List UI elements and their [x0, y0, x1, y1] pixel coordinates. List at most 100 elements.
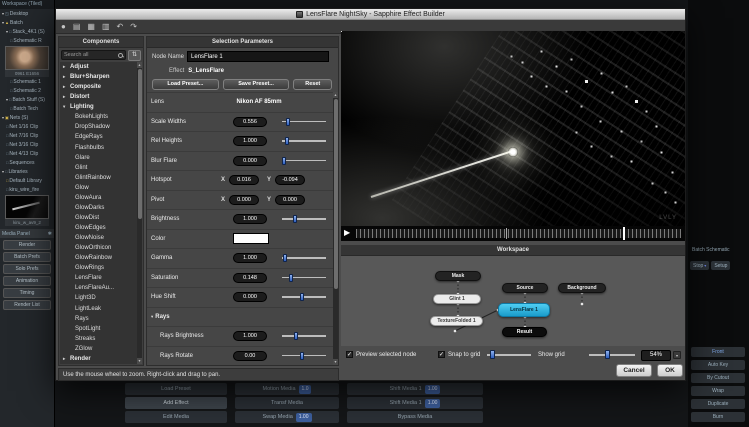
- component-group-render[interactable]: ▸Render: [60, 354, 137, 364]
- slider-handle[interactable]: [289, 274, 293, 282]
- hue-shift-slider[interactable]: [281, 292, 327, 302]
- component-item-lensflareau[interactable]: LensFlareAu...: [60, 283, 137, 293]
- node-mask[interactable]: Mask: [435, 271, 481, 281]
- component-item-streaks[interactable]: Streaks: [60, 334, 137, 344]
- project-item-kiru-wire-fire[interactable]: □kiru_wire_fire: [0, 185, 54, 194]
- component-group-blur-sharpen[interactable]: ▸Blur+Sharpen: [60, 72, 137, 82]
- play-icon[interactable]: ▶: [344, 229, 350, 237]
- chevron-down-icon[interactable]: ▾: [673, 351, 681, 359]
- component-item-spotlight[interactable]: SpotLight: [60, 324, 137, 334]
- saturation-value[interactable]: 0.148: [233, 273, 267, 283]
- component-item-bokehlights[interactable]: BokehLights: [60, 112, 137, 122]
- project-item-net-1-16-clip[interactable]: □Net 1/16 Clip: [0, 122, 54, 131]
- gamma-slider[interactable]: [281, 253, 327, 263]
- timing-button[interactable]: Timing: [3, 288, 51, 298]
- clip-thumbnail-portrait[interactable]: [5, 46, 49, 70]
- project-item-sequences[interactable]: □Sequences: [0, 158, 54, 167]
- project-item-net-3-16-clip[interactable]: □Net 3/16 Clip: [0, 140, 54, 149]
- open-icon[interactable]: ▤: [73, 23, 81, 31]
- slider-handle[interactable]: [294, 332, 298, 340]
- project-item-batch[interactable]: ▾▲Batch: [0, 18, 54, 27]
- shift-media-1-button[interactable]: Shift Media 11.00: [347, 383, 483, 395]
- reset-button[interactable]: Reset: [293, 79, 332, 90]
- undo-icon[interactable]: ↶: [117, 23, 124, 31]
- gamma-value[interactable]: 1.000: [233, 253, 267, 263]
- timeline-scrubber[interactable]: ▶: [341, 226, 685, 241]
- component-item-glowaura[interactable]: GlowAura: [60, 193, 137, 203]
- load-preset-button[interactable]: Load Preset...: [152, 79, 219, 90]
- burn-button[interactable]: Burn: [691, 412, 745, 422]
- hotspot-y-value[interactable]: -0.094: [275, 175, 305, 185]
- dialog-titlebar[interactable]: LensFlare NightSky - Sapphire Effect Bui…: [56, 9, 685, 20]
- component-group-lighting[interactable]: ▾Lighting: [60, 102, 137, 112]
- component-item-edgerays[interactable]: EdgeRays: [60, 132, 137, 142]
- node-background[interactable]: Background: [558, 283, 606, 293]
- front-button[interactable]: Front: [691, 347, 745, 357]
- component-item-light3d[interactable]: Light3D: [60, 293, 137, 303]
- lens-flare-hotspot[interactable]: [508, 147, 518, 157]
- playhead[interactable]: [623, 227, 625, 240]
- value-chip[interactable]: 1.00: [425, 399, 441, 408]
- component-item-glintrainbow[interactable]: GlintRainbow: [60, 173, 137, 183]
- project-item-net-4-13-clip[interactable]: □Net 4/13 Clip: [0, 149, 54, 158]
- render-list-button[interactable]: Render List: [3, 300, 51, 310]
- add-effect-button[interactable]: Add Effect: [125, 397, 227, 409]
- component-item-glowrainbow[interactable]: GlowRainbow: [60, 253, 137, 263]
- node-name-input[interactable]: LensFlare 1: [187, 51, 329, 62]
- slider-handle[interactable]: [300, 293, 304, 301]
- node-lensflare-1[interactable]: LensFlare 1: [498, 303, 550, 317]
- load-preset-button[interactable]: Load Preset: [125, 383, 227, 395]
- color-swatch[interactable]: [233, 233, 269, 244]
- component-item-glint[interactable]: Glint: [60, 163, 137, 173]
- component-item-zglow[interactable]: ZGlow: [60, 344, 137, 354]
- node-texturefolded-1[interactable]: TextureFolded 1: [430, 316, 483, 326]
- grid-size-slider[interactable]: [487, 350, 531, 360]
- duplicate-button[interactable]: Duplicate: [691, 399, 745, 409]
- component-item-glowdarks[interactable]: GlowDarks: [60, 203, 137, 213]
- edit-media-button[interactable]: Edit Media: [125, 411, 227, 423]
- component-item-glare[interactable]: Glare: [60, 153, 137, 163]
- media-panel-tab[interactable]: Media Panel✱: [0, 229, 54, 238]
- component-item-lensflare[interactable]: LensFlare: [60, 273, 137, 283]
- project-item-batch-tech[interactable]: □Batch Tech: [0, 104, 54, 113]
- hotspot-x-value[interactable]: 0.016: [229, 175, 259, 185]
- brightness-slider[interactable]: [281, 214, 327, 224]
- slider-handle[interactable]: [286, 118, 290, 126]
- rays-brightness-value[interactable]: 1.000: [233, 331, 267, 341]
- zoom-percent-dropdown[interactable]: 54%: [641, 350, 671, 361]
- motion-media-button[interactable]: Motion Media1.0: [235, 383, 339, 395]
- project-item-default-library[interactable]: □Default Library: [0, 176, 54, 185]
- component-item-gloworthicon[interactable]: GlowOrthicon: [60, 243, 137, 253]
- animation-button[interactable]: Animation: [3, 276, 51, 286]
- scale-widths-slider[interactable]: [281, 117, 327, 127]
- parameters-scrollbar[interactable]: ▲ ▼: [333, 92, 338, 365]
- rays-rotate-slider[interactable]: [281, 351, 327, 361]
- component-group-composite[interactable]: ▸Composite: [60, 82, 137, 92]
- stop-button[interactable]: Stop▾: [690, 261, 709, 270]
- filmstrip-ticks[interactable]: [356, 229, 681, 238]
- shift-media-1-button[interactable]: Shift Media 11.00: [347, 397, 483, 409]
- scroll-down-icon[interactable]: ▼: [137, 358, 142, 364]
- swap-media-button[interactable]: Swap Media1.00: [235, 411, 339, 423]
- transf-media-button[interactable]: Transf Media: [235, 397, 339, 409]
- save-as-icon[interactable]: ▥: [102, 23, 110, 31]
- wrap-button[interactable]: Wrap: [691, 386, 745, 396]
- batch-prefs-button[interactable]: Batch Prefs: [3, 252, 51, 262]
- component-item-glowedges[interactable]: GlowEdges: [60, 223, 137, 233]
- component-item-glow[interactable]: Glow: [60, 183, 137, 193]
- slider-handle[interactable]: [300, 352, 304, 360]
- component-item-dropshadow[interactable]: DropShadow: [60, 122, 137, 132]
- solo-prefs-button[interactable]: Solo Prefs: [3, 264, 51, 274]
- project-item-schematic-2[interactable]: □Schematic 2: [0, 86, 54, 95]
- project-item-schematic-1[interactable]: □Schematic 1: [0, 77, 54, 86]
- component-group-distort[interactable]: ▸Distort: [60, 92, 137, 102]
- project-item-libraries[interactable]: ▾□Libraries: [0, 167, 54, 176]
- value-chip[interactable]: 1.00: [425, 385, 441, 394]
- scroll-down-icon[interactable]: ▼: [333, 359, 338, 365]
- project-item-stack-4k1-s[interactable]: ▾□Stack_4K1 (S): [0, 27, 54, 36]
- rays-brightness-slider[interactable]: [281, 331, 327, 341]
- preview-selected-node-checkbox[interactable]: ✓: [346, 351, 353, 358]
- node-glint-1[interactable]: Glint 1: [433, 294, 481, 304]
- project-item-net-7-16-clip[interactable]: □Net 7/16 Clip: [0, 131, 54, 140]
- snap-to-grid-checkbox[interactable]: ✓: [438, 351, 445, 358]
